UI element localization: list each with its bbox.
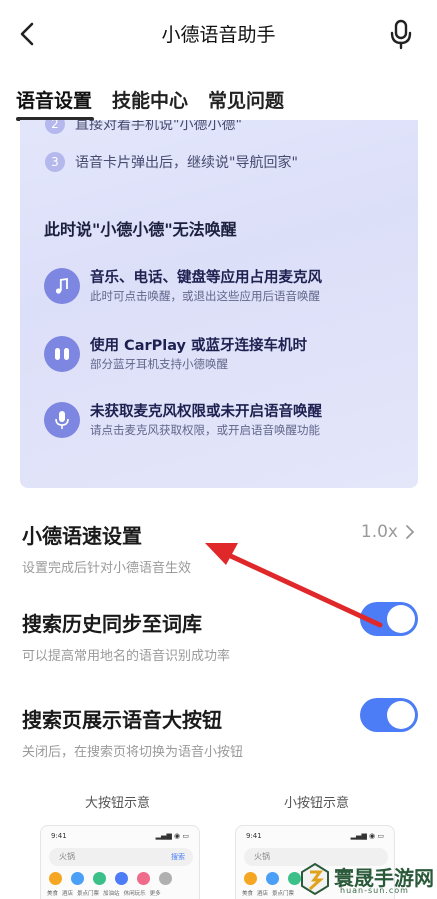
big-button-toggle[interactable]	[360, 698, 418, 732]
preview-category-names: 美食 酒店 景点门票 加油站 休闲玩乐 更多	[47, 889, 161, 897]
leisure-icon	[137, 872, 150, 885]
scenic-icon	[93, 872, 106, 885]
chevron-right-icon	[406, 525, 415, 539]
watermark-logo-icon	[301, 862, 329, 896]
earbuds-icon	[44, 336, 80, 372]
music-note-icon	[44, 268, 80, 304]
big-button-desc: 关闭后，在搜索页将切换为语音小按钮	[22, 745, 244, 760]
issue-title: 使用 CarPlay 或蓝牙连接车机时	[90, 338, 308, 354]
category-name: 酒店	[257, 891, 269, 897]
category-name: 休闲玩乐	[123, 891, 146, 897]
preview-search-bar: 火锅 搜索	[49, 848, 193, 866]
issue-item: 音乐、电话、键盘等应用占用麦克风 此时可点击唤醒，或退出这些应用后语音唤醒	[44, 264, 404, 310]
category-name: 加油站	[103, 891, 120, 897]
gas-station-icon	[115, 872, 128, 885]
category-name: 更多	[149, 891, 161, 897]
status-icons: ▂▄▆ ◉ ▭	[155, 832, 189, 840]
big-button-label: 搜索页展示语音大按钮	[22, 708, 222, 732]
issue-title: 音乐、电话、键盘等应用占用麦克风	[90, 270, 322, 286]
hotel-icon	[266, 872, 279, 885]
toggle-knob	[387, 605, 415, 633]
preview-search-text: 火锅	[59, 852, 75, 861]
food-icon	[244, 872, 257, 885]
big-button-setting-row: 搜索页展示语音大按钮 关闭后，在搜索页将切换为语音小按钮	[22, 698, 418, 760]
phone-time: 9:41	[51, 832, 67, 840]
tab-faq[interactable]: 常见问题	[208, 86, 284, 113]
step-text: 直接对着手机说"小德小德"	[75, 120, 242, 133]
top-bar: 小德语音助手	[0, 0, 437, 70]
tab-bar: 语音设置 技能中心 常见问题	[0, 80, 437, 124]
history-sync-label: 搜索历史同步至词库	[22, 612, 202, 636]
hotel-icon	[71, 872, 84, 885]
issue-item: 使用 CarPlay 或蓝牙连接车机时 部分蓝牙耳机支持小德唤醒	[44, 332, 404, 378]
big-button-preview: 9:41 ▂▄▆ ◉ ▭ 火锅 搜索 美食 酒店 景点门票 加油站 休闲玩乐 更…	[40, 825, 200, 899]
issue-desc: 此时可点击唤醒，或退出这些应用后语音唤醒	[90, 289, 320, 303]
preview-category-names: 美食 酒店 景点门票	[242, 889, 294, 897]
issue-desc: 部分蓝牙耳机支持小德唤醒	[90, 357, 228, 371]
step-text: 语音卡片弹出后，继续说"导航回家"	[75, 155, 298, 171]
microphone-icon	[44, 402, 80, 438]
toggle-knob	[387, 701, 415, 729]
watermark-url: huan-sun.com	[340, 886, 409, 895]
preview-category-icons	[49, 872, 172, 885]
issue-title: 未获取麦克风权限或未开启语音唤醒	[90, 404, 322, 420]
microphone-icon[interactable]	[388, 18, 414, 50]
category-name: 美食	[242, 891, 254, 897]
tab-voice-settings[interactable]: 语音设置	[16, 86, 92, 113]
issue-desc: 请点击麦克风获取权限，或开启语音唤醒功能	[90, 423, 320, 437]
step-number: 2	[45, 120, 65, 134]
wake-help-card: 2 直接对着手机说"小德小德" 3 语音卡片弹出后，继续说"导航回家" 此时说"…	[20, 120, 418, 488]
step-item: 2 直接对着手机说"小德小德"	[45, 120, 242, 134]
category-name: 景点门票	[77, 891, 100, 897]
preview-search-text: 火锅	[254, 852, 270, 861]
tab-skill-center[interactable]: 技能中心	[112, 86, 188, 113]
speed-value[interactable]: 1.0x	[361, 522, 418, 542]
page-title: 小德语音助手	[161, 24, 276, 46]
category-name: 酒店	[62, 891, 74, 897]
speed-setting-label: 小德语速设置	[22, 524, 142, 548]
history-sync-setting-row: 搜索历史同步至词库 可以提高常用地名的语音识别成功率	[22, 602, 418, 664]
step-item: 3 语音卡片弹出后，继续说"导航回家"	[45, 152, 298, 172]
history-sync-desc: 可以提高常用地名的语音识别成功率	[22, 649, 231, 664]
category-name: 景点门票	[272, 891, 295, 897]
status-icons: ▂▄▆ ◉ ▭	[350, 832, 384, 840]
speed-setting-desc: 设置完成后针对小德语音生效	[22, 561, 192, 576]
category-name: 美食	[47, 891, 59, 897]
preview-search-button: 搜索	[171, 853, 185, 861]
step-number: 3	[45, 152, 65, 172]
big-button-preview-label: 大按钮示意	[85, 796, 151, 811]
speed-value-text: 1.0x	[360, 522, 398, 542]
history-sync-toggle[interactable]	[360, 602, 418, 636]
more-icon	[159, 872, 172, 885]
food-icon	[49, 872, 62, 885]
speed-setting-row[interactable]: 小德语速设置 设置完成后针对小德语音生效 1.0x	[22, 520, 418, 576]
site-watermark: 寰晟手游网 huan-sun.com	[300, 858, 437, 899]
card-heading: 此时说"小德小德"无法唤醒	[44, 220, 237, 239]
small-button-preview-label: 小按钮示意	[284, 796, 350, 811]
issue-item: 未获取麦克风权限或未开启语音唤醒 请点击麦克风获取权限，或开启语音唤醒功能	[44, 398, 404, 444]
phone-time: 9:41	[246, 832, 262, 840]
